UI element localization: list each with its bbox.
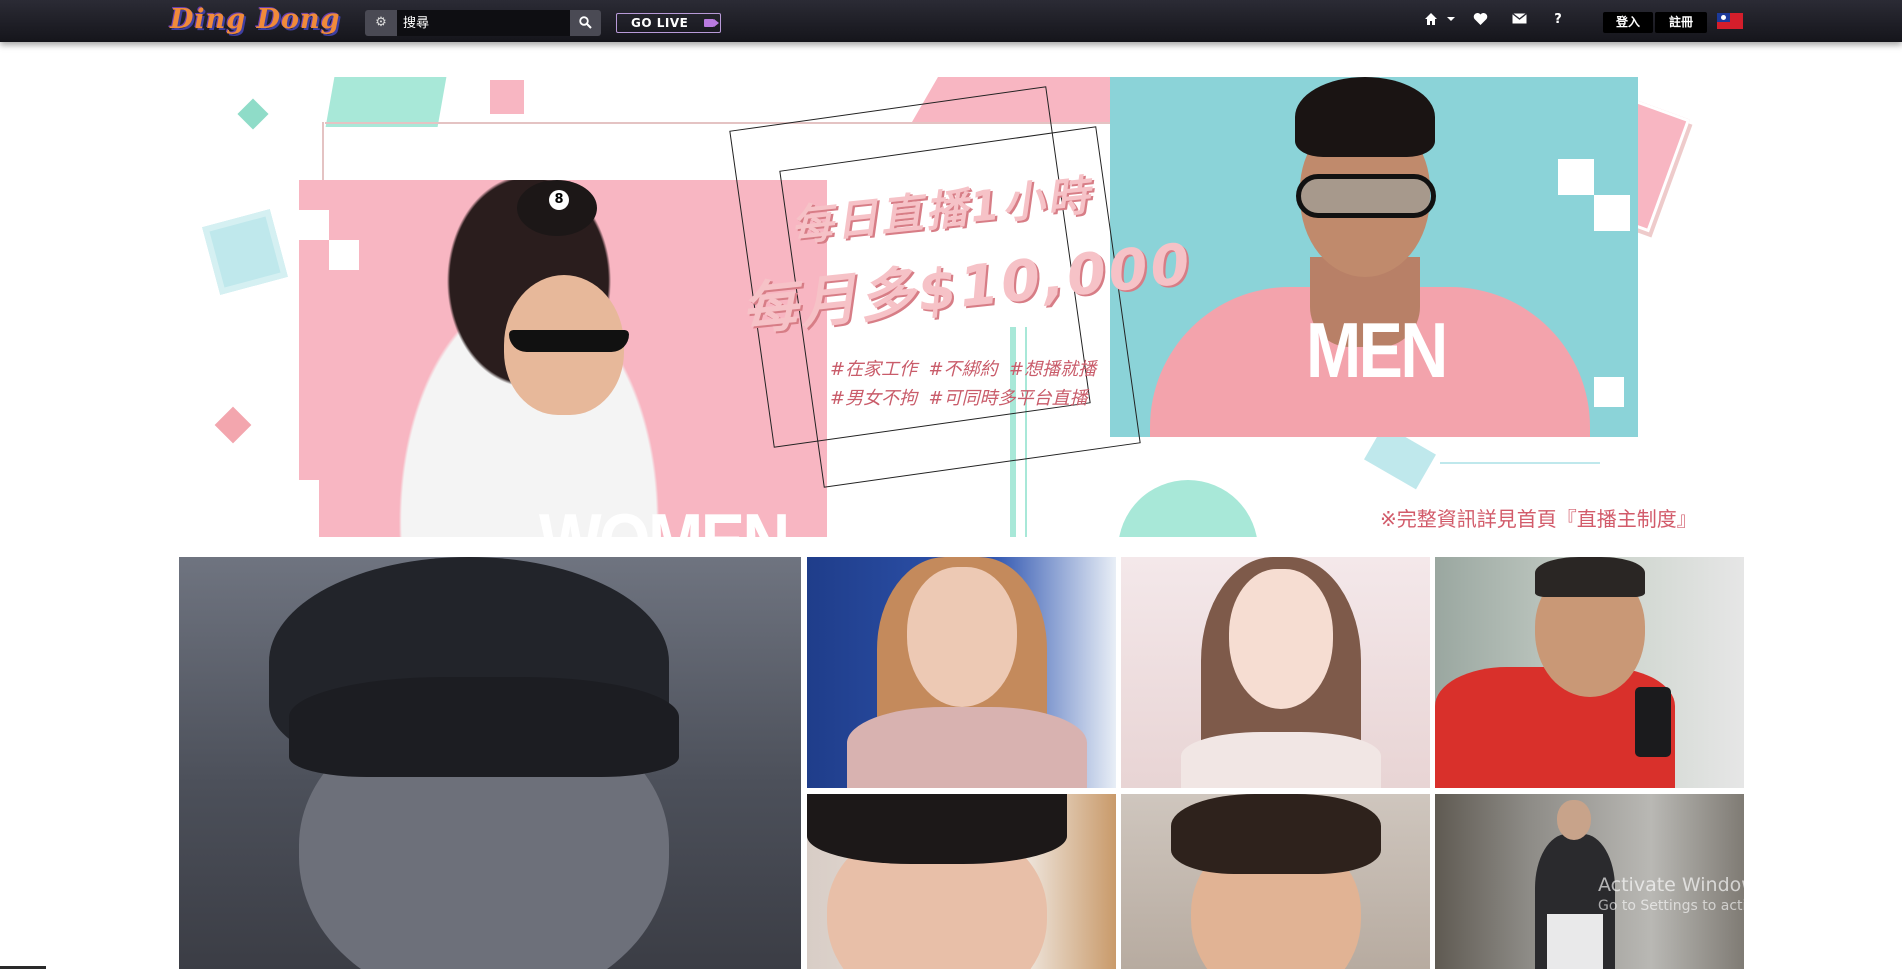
gear-icon: ⚙ — [375, 15, 387, 30]
hashtags-line-1: #在家工作 #不綁約 #想播就播 — [830, 359, 1097, 380]
top-navbar: Ding Dong ⚙ GO LIVE ? 登入 — [0, 0, 1902, 42]
thumb-dress — [847, 707, 1087, 788]
thumb-hair — [289, 677, 679, 777]
hashtags-line-2: #男女不拘 #可同時多平台直播 — [830, 388, 1088, 409]
women-label: WOMEN — [539, 496, 790, 537]
go-live-label: GO LIVE — [631, 16, 689, 30]
stream-thumbnail[interactable] — [807, 557, 1116, 788]
decor-pixel — [1558, 159, 1594, 195]
banner-footnote: ※完整資訊詳見首頁『直播主制度』 — [1380, 507, 1697, 531]
home-dropdown-toggle[interactable] — [1446, 12, 1456, 30]
promo-hashtags: #在家工作 #不綁約 #想播就播 #男女不拘 #可同時多平台直播 — [830, 355, 1096, 413]
go-live-button[interactable]: GO LIVE — [616, 13, 721, 33]
help-icon: ? — [1554, 12, 1562, 27]
thumb-hair — [1171, 794, 1381, 874]
women-model-sunglasses — [509, 330, 629, 352]
search-icon — [579, 16, 592, 29]
activation-watermark-title: Activate Windows — [1598, 874, 1767, 896]
billiard-ball-image — [517, 180, 597, 236]
activation-watermark-subtitle: Go to Settings to activate Windows. — [1598, 898, 1849, 914]
decor-pink-diamond — [214, 406, 252, 444]
thumb-face — [1229, 569, 1333, 709]
thumb-face — [907, 567, 1017, 707]
decor-pink-square — [490, 80, 524, 114]
login-button[interactable]: 登入 — [1603, 12, 1653, 33]
envelope-icon — [1511, 12, 1527, 24]
decor-mint-block — [325, 77, 447, 127]
decor-pixel — [299, 480, 319, 537]
search-settings-button[interactable]: ⚙ — [365, 10, 397, 36]
taiwan-flag-icon[interactable] — [1717, 13, 1743, 29]
decor-pixel — [1594, 195, 1630, 231]
men-model-glasses — [1296, 174, 1436, 218]
stream-thumbnail[interactable] — [807, 794, 1116, 969]
home-icon — [1425, 13, 1437, 25]
register-button[interactable]: 註冊 — [1655, 12, 1707, 33]
stream-thumbnail[interactable] — [1121, 794, 1430, 969]
decor-teal-square — [202, 209, 288, 295]
thumb-hair — [1535, 557, 1645, 597]
help-button[interactable]: ? — [1551, 12, 1565, 30]
men-model-hair — [1295, 77, 1435, 157]
heart-icon — [1473, 13, 1487, 25]
promo-banner[interactable]: WOMEN MEN 每日直播1小時 每月多$10,000 #在家工作 #不綁約 … — [200, 77, 1742, 537]
decor-pixel — [299, 210, 329, 240]
decor-mint-diamond — [237, 98, 269, 130]
featured-stream-thumbnail[interactable] — [179, 557, 801, 969]
men-label: MEN — [1306, 306, 1448, 394]
thumb-pants — [1547, 914, 1603, 969]
decor-pixel — [1594, 377, 1624, 407]
thumb-phone — [1635, 687, 1671, 757]
favorites-button[interactable] — [1471, 12, 1489, 30]
stream-thumbnail[interactable] — [1435, 557, 1744, 788]
messages-button[interactable] — [1510, 12, 1528, 30]
search-input[interactable] — [397, 10, 570, 36]
decor-line — [1440, 462, 1600, 464]
thumb-hair — [807, 794, 1067, 864]
decor-mint-circle — [1118, 480, 1258, 537]
stream-thumbnail[interactable] — [1121, 557, 1430, 788]
search-button[interactable] — [570, 10, 601, 36]
decor-line — [322, 122, 324, 182]
thumb-face — [1557, 800, 1591, 840]
caret-down-icon — [1447, 17, 1455, 21]
camera-icon — [704, 19, 719, 27]
thumb-top — [1181, 732, 1381, 788]
home-button[interactable] — [1423, 12, 1439, 30]
site-logo[interactable]: Ding Dong — [170, 4, 341, 35]
flag-sun — [1721, 15, 1726, 20]
